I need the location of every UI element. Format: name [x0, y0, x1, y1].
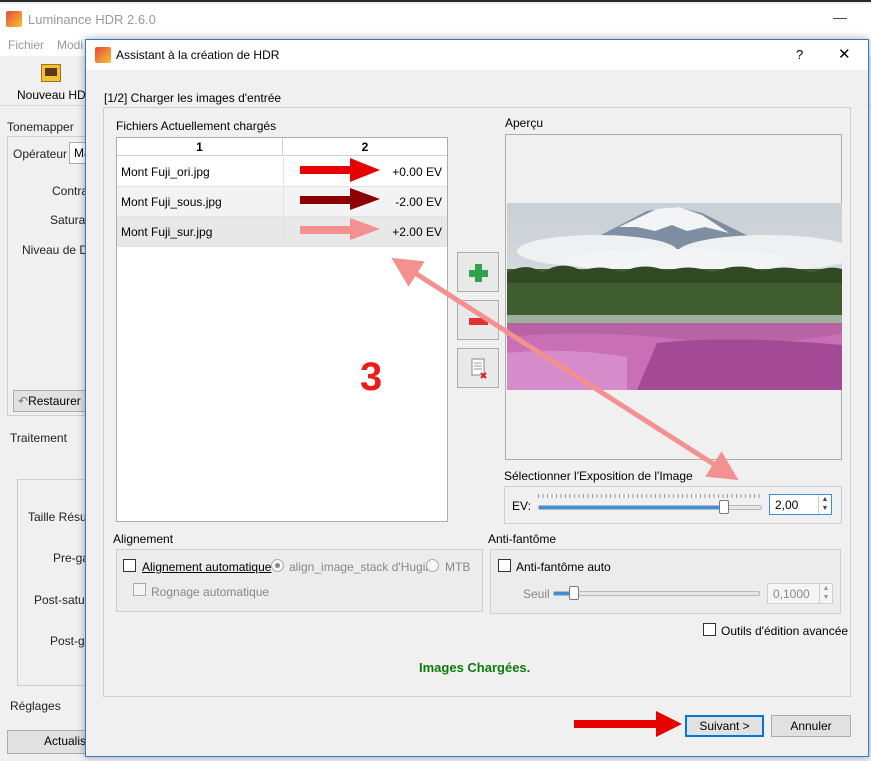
- minus-icon: [469, 318, 488, 325]
- app-icon: [95, 47, 111, 63]
- files-label: Fichiers Actuellement chargés: [116, 119, 277, 133]
- update-button[interactable]: Actualise: [7, 730, 97, 754]
- processing-label: Traitement: [10, 431, 67, 445]
- cancel-button[interactable]: Annuler: [771, 715, 851, 737]
- column-header-2[interactable]: 2: [283, 138, 447, 156]
- menu-modifier[interactable]: Modi: [57, 38, 83, 52]
- threshold-label: Seuil: [523, 587, 550, 601]
- post-saturation-label: Post-satur: [34, 593, 89, 607]
- column-divider: [283, 217, 284, 247]
- main-titlebar: Luminance HDR 2.6.0 —: [0, 4, 871, 34]
- main-window-title: Luminance HDR 2.6.0: [28, 12, 156, 27]
- antighost-auto-label[interactable]: Anti-fantôme auto: [516, 560, 611, 574]
- alignment-frame: [116, 549, 483, 612]
- step-title: [1/2] Charger les images d'entrée: [104, 91, 282, 105]
- advanced-tools-label[interactable]: Outils d'édition avancée: [721, 624, 848, 638]
- file-ev: -2.00 EV: [395, 195, 442, 209]
- file-ev: +0.00 EV: [392, 165, 442, 179]
- preview-image: [507, 203, 842, 390]
- result-size-label: Taille Résult: [28, 510, 93, 524]
- exposure-label: Sélectionner l'Exposition de l'Image: [504, 469, 693, 483]
- threshold-slider-handle[interactable]: [569, 586, 579, 600]
- operator-label: Opérateur: [13, 147, 68, 161]
- advanced-tools-checkbox[interactable]: [703, 623, 716, 636]
- clear-list-button[interactable]: [457, 348, 499, 388]
- column-divider: [283, 157, 284, 187]
- restore-label: Restaurer: [28, 394, 81, 408]
- file-ev: +2.00 EV: [392, 225, 442, 239]
- tonemapper-frame: [7, 136, 86, 416]
- file-row[interactable]: Mont Fuji_sur.jpg +2.00 EV: [117, 217, 447, 247]
- settings-label: Réglages: [10, 699, 61, 713]
- threshold-slider[interactable]: [553, 591, 760, 596]
- ev-value: 2,00: [775, 498, 799, 512]
- minimize-icon[interactable]: —: [833, 9, 847, 25]
- tonemapper-panel: Tonemapper Opérateur Ma Contra Saturat N…: [0, 106, 97, 761]
- threshold-spinbox[interactable]: 0,1000 ▲ ▼: [767, 583, 833, 604]
- ev-label: EV:: [512, 499, 531, 513]
- undo-icon: ↶: [18, 394, 29, 408]
- spin-arrows-icon[interactable]: ▲ ▼: [819, 584, 832, 603]
- remove-image-button[interactable]: [457, 300, 499, 340]
- file-name: Mont Fuji_sous.jpg: [121, 195, 222, 209]
- new-hdr-icon[interactable]: [41, 64, 61, 82]
- threshold-value: 0,1000: [773, 587, 810, 601]
- file-row[interactable]: Mont Fuji_ori.jpg +0.00 EV: [117, 157, 447, 187]
- hdr-wizard-dialog: Assistant à la création de HDR ? ✕ [1/2]…: [85, 39, 869, 757]
- alignment-label: Alignement: [113, 532, 174, 546]
- file-row[interactable]: Mont Fuji_sous.jpg -2.00 EV: [117, 187, 447, 217]
- mtb-radio[interactable]: [426, 559, 439, 572]
- dialog-titlebar: Assistant à la création de HDR ? ✕: [86, 40, 868, 70]
- detail-level-label: Niveau de Dé: [22, 243, 95, 257]
- antighost-label: Anti-fantôme: [488, 532, 557, 546]
- saturation-label: Saturat: [50, 213, 89, 227]
- close-icon[interactable]: ✕: [838, 45, 851, 63]
- contrast-label: Contra: [52, 184, 89, 198]
- files-table[interactable]: 1 2 Mont Fuji_ori.jpg +0.00 EV Mont Fuji…: [116, 137, 448, 522]
- ev-spinbox[interactable]: 2,00 ▲ ▼: [769, 494, 832, 515]
- ev-slider-fill: [539, 506, 725, 509]
- file-name: Mont Fuji_sur.jpg: [121, 225, 213, 239]
- pre-gamma-label: Pre-ga: [53, 551, 90, 565]
- help-button[interactable]: ?: [796, 47, 803, 62]
- new-hdr-button[interactable]: Nouveau HDR: [17, 88, 94, 102]
- auto-align-checkbox[interactable]: [123, 559, 136, 572]
- status-message: Images Chargées.: [419, 660, 531, 675]
- restore-button[interactable]: ↶Restaurer: [13, 390, 88, 412]
- clear-list-icon: [471, 358, 487, 379]
- ev-slider-ticks: [538, 494, 762, 498]
- mtb-option-label[interactable]: MTB: [445, 560, 470, 574]
- hugin-option-label[interactable]: align_image_stack d'Hugin: [289, 560, 432, 574]
- preview-panel: [505, 134, 842, 460]
- column-header-1[interactable]: 1: [117, 138, 283, 156]
- annotation-number: 3: [360, 355, 383, 399]
- auto-align-label[interactable]: Alignement automatique: [142, 560, 271, 574]
- tonemapper-label: Tonemapper: [7, 120, 74, 134]
- file-name: Mont Fuji_ori.jpg: [121, 165, 210, 179]
- hugin-radio[interactable]: [271, 559, 284, 572]
- auto-crop-label[interactable]: Rognage automatique: [151, 585, 269, 599]
- add-images-button[interactable]: [457, 252, 499, 292]
- menu-fichier[interactable]: Fichier: [8, 38, 44, 52]
- app-icon: [6, 11, 22, 27]
- spin-arrows-icon[interactable]: ▲ ▼: [818, 495, 831, 514]
- antighost-auto-checkbox[interactable]: [498, 559, 511, 572]
- dialog-title: Assistant à la création de HDR: [116, 48, 280, 62]
- column-divider: [283, 187, 284, 217]
- auto-crop-checkbox[interactable]: [133, 583, 146, 596]
- ev-slider-handle[interactable]: [719, 500, 729, 514]
- preview-label: Aperçu: [505, 116, 544, 130]
- next-button[interactable]: Suivant >: [685, 715, 764, 737]
- antighost-frame: [490, 549, 841, 614]
- plus-icon: [469, 264, 488, 282]
